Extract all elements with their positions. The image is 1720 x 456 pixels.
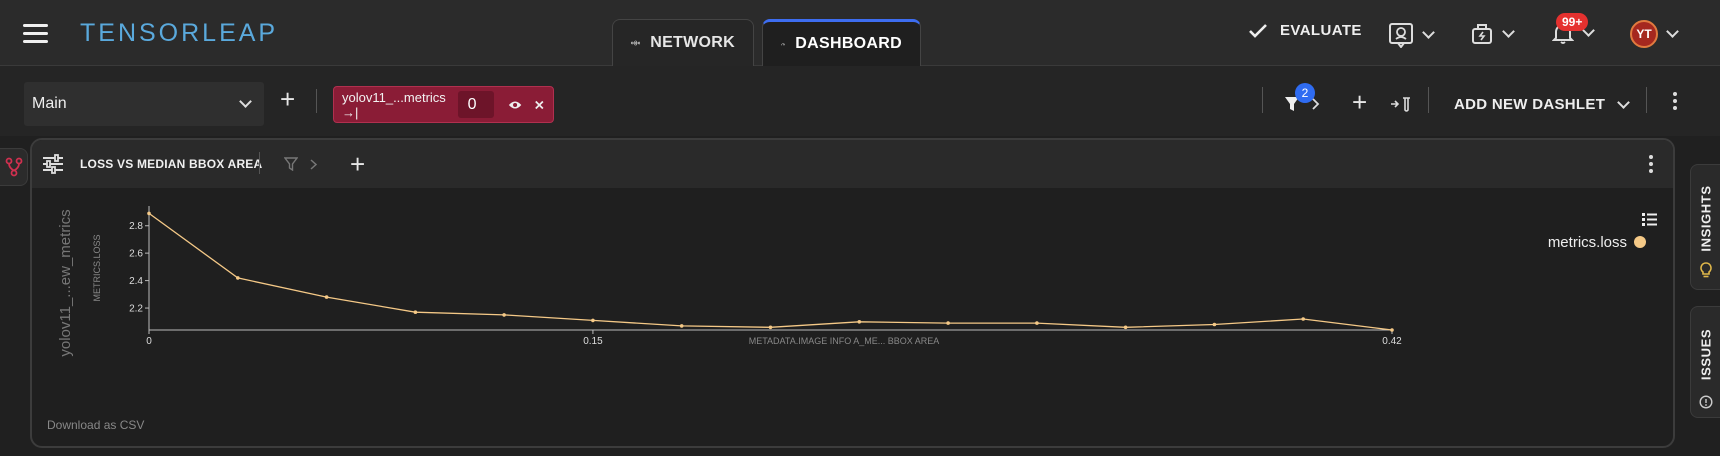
legend-toggle-icon[interactable]: [1642, 213, 1657, 226]
divider: [316, 89, 317, 113]
x-tick-label: 0.15: [583, 336, 603, 347]
series-line: [148, 212, 1393, 331]
add-filter-button[interactable]: +: [1352, 89, 1367, 115]
x-axis-label: METADATA.IMAGE INFO A_ME... BBOX AREA: [749, 336, 940, 346]
jobs-menu-button[interactable]: [1470, 22, 1515, 46]
data-point[interactable]: [1212, 322, 1217, 327]
dashlet-title: LOSS VS MEDIAN BBOX AREA: [80, 157, 263, 171]
support-icon: [1389, 23, 1413, 48]
chevron-down-icon: [1422, 26, 1435, 39]
data-point[interactable]: [1123, 325, 1128, 330]
filter-chip-label: yolov11_...metrics →|: [342, 89, 446, 120]
lightbulb-icon: [1700, 262, 1712, 278]
notifications-badge: 99+: [1556, 13, 1589, 31]
y-tick-label: 2.8: [129, 221, 143, 232]
test-tube-icon[interactable]: [1390, 96, 1412, 112]
dashboard-select-value: Main: [32, 95, 67, 112]
tab-dashboard-label: DASHBOARD: [795, 35, 902, 52]
y-tick-label: 2.2: [129, 304, 143, 315]
data-point[interactable]: [1035, 321, 1039, 325]
y-axis-label: METRICS.LOSS: [92, 234, 102, 301]
y-tick-label: 2.4: [129, 276, 143, 287]
data-point[interactable]: [1301, 317, 1305, 321]
data-point[interactable]: [591, 318, 595, 323]
dashlet-more-options-icon[interactable]: [1649, 155, 1653, 173]
data-point[interactable]: [1390, 328, 1394, 332]
evaluate-button[interactable]: EVALUATE: [1248, 22, 1362, 39]
tab-network-label: NETWORK: [650, 34, 735, 51]
evaluate-label: EVALUATE: [1280, 22, 1362, 39]
x-tick-label: 0: [146, 336, 152, 347]
add-dashboard-button[interactable]: +: [280, 86, 295, 112]
outer-y-axis-label: yolov11_...ew_metrics: [57, 209, 74, 356]
info-icon: [1699, 395, 1713, 409]
chevron-right-icon[interactable]: [310, 159, 318, 170]
add-new-dashlet-button[interactable]: ADD NEW DASHLET: [1454, 95, 1631, 113]
user-menu-button[interactable]: YT: [1630, 20, 1679, 48]
insights-panel-tab[interactable]: INSIGHTS: [1690, 164, 1720, 290]
tab-network[interactable]: NETWORK: [612, 19, 754, 66]
data-point[interactable]: [768, 325, 773, 330]
support-menu-button[interactable]: [1388, 22, 1435, 48]
add-dashlet-label: ADD NEW DASHLET: [1454, 96, 1606, 113]
data-point[interactable]: [679, 324, 684, 328]
chevron-down-icon: [1617, 95, 1631, 109]
legend-series-label[interactable]: metrics.loss: [1548, 234, 1627, 251]
top-bar: TENSORLEAP NETWORK DASHBOARD EVALUATE 99…: [0, 0, 1720, 66]
branch-toggle-button[interactable]: [0, 148, 28, 186]
battery-icon: [1472, 24, 1492, 44]
data-point[interactable]: [946, 321, 950, 325]
insights-tab-label: INSIGHTS: [1698, 185, 1713, 252]
data-point[interactable]: [857, 320, 862, 324]
data-point[interactable]: [413, 310, 418, 314]
tab-dashboard[interactable]: DASHBOARD: [762, 19, 921, 66]
close-icon[interactable]: [534, 99, 545, 111]
filter-chip-input[interactable]: 0: [457, 91, 495, 118]
add-dashlet-filter-button[interactable]: +: [350, 151, 365, 177]
data-point[interactable]: [324, 295, 329, 299]
eye-icon[interactable]: [508, 99, 522, 111]
divider: [1262, 87, 1263, 113]
app-logo[interactable]: TENSORLEAP: [80, 19, 278, 48]
filter-icon[interactable]: [284, 157, 298, 171]
data-point[interactable]: [502, 313, 506, 317]
plot-area: 2.2 2.4 2.6 2.8 0 0.15 0.42: [129, 206, 1402, 347]
network-icon: [631, 40, 641, 46]
legend-series-marker: [1634, 236, 1646, 248]
menu-icon[interactable]: [23, 24, 48, 43]
branch-icon: [5, 157, 22, 177]
y-tick-label: 2.6: [129, 249, 143, 260]
issues-tab-label: ISSUES: [1698, 328, 1713, 381]
data-point[interactable]: [236, 276, 240, 280]
dashlet-card: LOSS VS MEDIAN BBOX AREA + yolov11_...ew…: [30, 138, 1675, 448]
chevron-down-icon: [1666, 25, 1679, 38]
dashboard-toolbar: Main + yolov11_...metrics →| 0 2 + ADD N…: [0, 66, 1720, 136]
chevron-down-icon: [1502, 25, 1515, 38]
check-icon: [1249, 23, 1267, 38]
issues-panel-tab[interactable]: ISSUES: [1690, 306, 1720, 418]
divider: [1646, 87, 1647, 113]
avatar: YT: [1630, 20, 1658, 48]
filter-chip[interactable]: yolov11_...metrics →| 0: [333, 86, 554, 123]
dashboard-select[interactable]: Main: [24, 82, 264, 126]
x-tick-label: 0.42: [1382, 336, 1402, 347]
dashlet-header: LOSS VS MEDIAN BBOX AREA +: [32, 140, 1673, 188]
divider: [259, 152, 260, 174]
download-csv-link[interactable]: Download as CSV: [47, 418, 144, 432]
divider: [1428, 87, 1429, 113]
loss-line-chart: yolov11_...ew_metrics METRICS.LOSS METAD…: [57, 206, 1657, 357]
more-options-icon[interactable]: [1673, 92, 1677, 110]
chevron-down-icon: [239, 95, 252, 108]
chevron-right-icon[interactable]: [1312, 98, 1320, 110]
gauge-icon: [781, 43, 786, 46]
sliders-icon[interactable]: [42, 154, 64, 174]
data-point[interactable]: [147, 211, 151, 216]
